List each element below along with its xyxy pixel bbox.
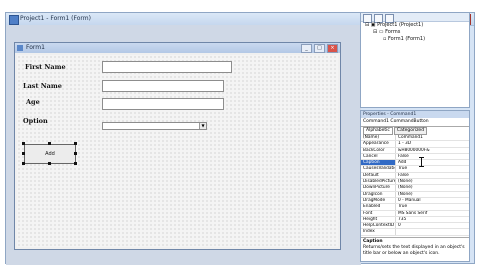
option-label[interactable]: Option bbox=[23, 117, 48, 125]
first-name-textbox[interactable] bbox=[102, 61, 232, 73]
project-explorer: ⊟ ▣ Project1 (Project1) ⊟ ▭ Forms ▫ Form… bbox=[360, 12, 470, 108]
chevron-down-icon[interactable]: ▼ bbox=[199, 123, 206, 129]
mdi-area: Form1 _ □ × First Name Last Name Age Opt… bbox=[6, 25, 361, 265]
text-cursor-icon bbox=[419, 157, 424, 167]
property-value[interactable]: True bbox=[395, 204, 469, 210]
property-name: Appearance bbox=[363, 141, 389, 147]
property-value[interactable]: (None) bbox=[395, 185, 469, 191]
tree-item-form1[interactable]: ▫ Form1 (Form1) bbox=[365, 36, 469, 43]
property-value[interactable] bbox=[395, 229, 469, 235]
property-name: Height bbox=[363, 216, 378, 222]
resize-handle[interactable] bbox=[22, 142, 25, 145]
resize-handle[interactable] bbox=[22, 152, 25, 155]
property-value[interactable]: 0 - Manual bbox=[395, 197, 469, 204]
property-name: CausesValidation bbox=[363, 166, 395, 172]
properties-title: Properties - Command1 bbox=[361, 111, 469, 118]
age-label[interactable]: Age bbox=[26, 98, 40, 106]
resize-handle[interactable] bbox=[74, 162, 77, 165]
property-name: Index bbox=[363, 229, 375, 235]
property-value[interactable]: MS Sans Serif bbox=[395, 210, 469, 216]
resize-handle[interactable] bbox=[74, 142, 77, 145]
properties-tabs: Alphabetic Categorized bbox=[361, 127, 469, 135]
property-value[interactable]: (None) bbox=[395, 179, 469, 185]
property-name: (Name) bbox=[363, 135, 380, 140]
object-selector[interactable]: Command1 CommandButton bbox=[361, 118, 469, 127]
property-value[interactable]: Command1 bbox=[395, 135, 469, 141]
add-button[interactable]: Add bbox=[24, 144, 76, 164]
form-maximize-button[interactable]: □ bbox=[314, 44, 325, 53]
property-name: DownPicture bbox=[363, 185, 390, 191]
property-name: DragMode bbox=[363, 197, 386, 203]
tree-item-project[interactable]: ⊟ ▣ Project1 (Project1) bbox=[365, 22, 469, 29]
property-value[interactable]: False bbox=[395, 172, 469, 179]
first-name-label[interactable]: First Name bbox=[25, 63, 66, 71]
properties-window: Properties - Command1 Command1 CommandBu… bbox=[360, 110, 470, 262]
form-canvas[interactable]: First Name Last Name Age Option ▼ Add bbox=[17, 55, 338, 247]
resize-handle[interactable] bbox=[48, 162, 51, 165]
tab-alphabetic[interactable]: Alphabetic bbox=[363, 127, 393, 135]
resize-handle[interactable] bbox=[48, 142, 51, 145]
property-value[interactable]: 1 - 3D bbox=[395, 141, 469, 147]
form-icon bbox=[17, 45, 23, 51]
property-name: Caption bbox=[361, 160, 395, 166]
form-title: Form1 bbox=[26, 44, 45, 51]
property-name: DragIcon bbox=[363, 191, 383, 197]
app-icon bbox=[9, 15, 19, 25]
property-name: Font bbox=[363, 210, 373, 216]
form-minimize-button[interactable]: _ bbox=[301, 44, 312, 53]
form-titlebar: Form1 _ □ × bbox=[15, 43, 340, 53]
property-value[interactable]: Add bbox=[395, 160, 469, 166]
property-name: BackColor bbox=[363, 147, 385, 153]
form-close-button[interactable]: × bbox=[327, 44, 338, 53]
last-name-textbox[interactable] bbox=[102, 80, 224, 92]
tab-categorized[interactable]: Categorized bbox=[393, 127, 428, 135]
tree-item-forms[interactable]: ⊟ ▭ Forms bbox=[365, 29, 469, 36]
property-name: Cancel bbox=[363, 153, 378, 159]
property-description: Caption Returns/sets the text displayed … bbox=[361, 237, 469, 261]
property-name: HelpContextID bbox=[363, 223, 395, 229]
property-value[interactable]: &H8000000F& bbox=[395, 147, 469, 153]
ide-title: Project1 - Form1 (Form) bbox=[20, 15, 91, 22]
resize-handle[interactable] bbox=[22, 162, 25, 165]
property-list: (Name) Command1 Appearance 1 - 3D BackColor &… bbox=[361, 135, 469, 236]
option-combobox[interactable]: ▼ bbox=[102, 122, 207, 130]
form-designer-window: Form1 _ □ × First Name Last Name Age Opt… bbox=[14, 42, 341, 250]
property-value[interactable]: 0 bbox=[395, 223, 469, 229]
age-textbox[interactable] bbox=[102, 98, 224, 110]
property-value[interactable]: 735 bbox=[395, 216, 469, 223]
resize-handle[interactable] bbox=[74, 152, 77, 155]
property-name: Default bbox=[363, 172, 379, 178]
project-toolbar bbox=[361, 13, 469, 23]
property-row[interactable]: Index bbox=[361, 229, 469, 236]
property-value[interactable]: (None) bbox=[395, 191, 469, 197]
property-value[interactable]: False bbox=[395, 153, 469, 160]
property-value[interactable]: True bbox=[395, 166, 469, 172]
property-name: DisabledPicture bbox=[363, 179, 395, 185]
description-text: Returns/sets the text displayed in an ob… bbox=[363, 245, 465, 256]
last-name-label[interactable]: Last Name bbox=[23, 82, 62, 90]
project-tree: ⊟ ▣ Project1 (Project1) ⊟ ▭ Forms ▫ Form… bbox=[361, 22, 469, 43]
property-name: Enabled bbox=[363, 204, 381, 210]
